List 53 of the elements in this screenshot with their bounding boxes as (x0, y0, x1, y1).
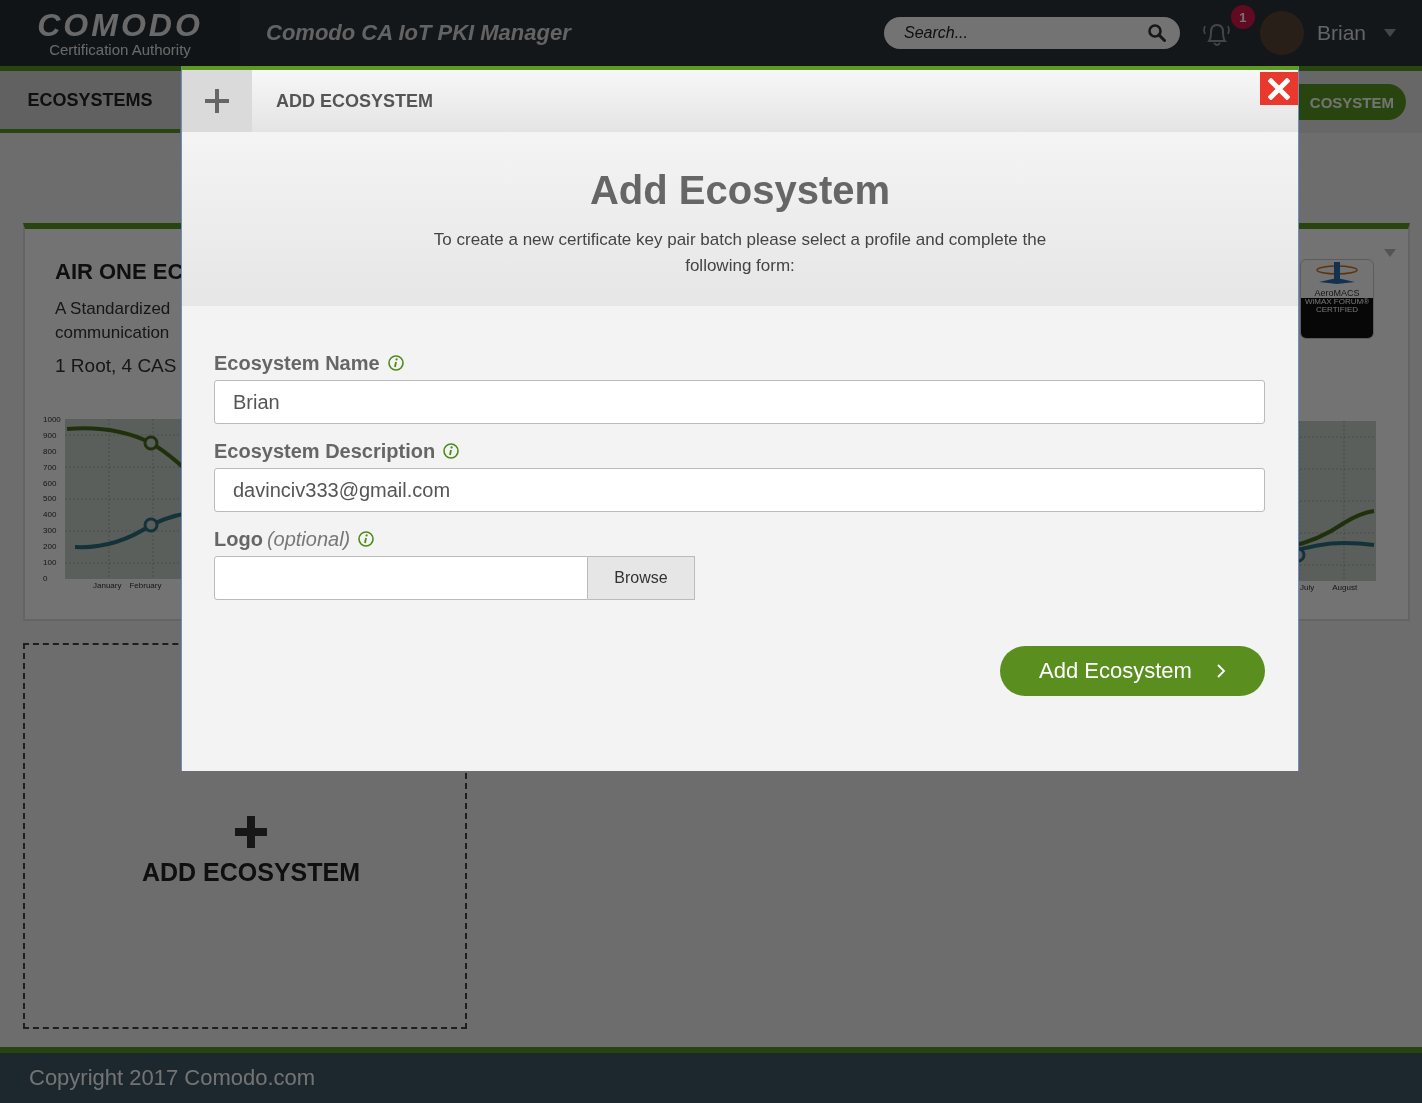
close-icon (1268, 77, 1290, 100)
field-note: (optional) (266, 527, 351, 551)
axis-tick-label: 600 (43, 478, 58, 488)
axis-label: January (93, 581, 122, 590)
modal-tab-title: ADD ECOSYSTEM (276, 90, 434, 112)
browse-button[interactable]: Browse (588, 556, 695, 600)
close-button[interactable] (1260, 72, 1298, 105)
search-field[interactable]: Search... (883, 17, 1180, 49)
search-input[interactable]: Search... (901, 23, 1148, 43)
copyright-text: Copyright 2017 Comodo.com (29, 1065, 316, 1091)
axis-tick-label: 0 (43, 573, 49, 583)
logo-title: COMODO (37, 8, 203, 41)
logo-text: AeroMACS (1314, 288, 1360, 298)
ecosystem-title: AIR ONE EC (55, 259, 184, 285)
add-ecosystem-submit-button[interactable]: Add Ecosystem (1000, 646, 1265, 696)
ecosystems-tab[interactable]: ECOSYSTEMS (0, 71, 180, 133)
field-label: Ecosystem Description (214, 439, 436, 463)
modal-title: Add Ecosystem (589, 168, 891, 213)
user-name[interactable]: Brian (1316, 21, 1366, 45)
info-icon[interactable] (443, 443, 460, 459)
logo-subtitle: Certification Authority (49, 40, 191, 58)
axis-tick-label: 900 (43, 430, 58, 440)
logo-caption: WiMAX FORUM® CERTIFIED (1301, 298, 1373, 338)
modal-subtitle: To create a new certificate key pair batch please select a profile and complete the following form: (432, 229, 1048, 277)
axis-label: February (129, 581, 162, 590)
axis-label: August (1332, 583, 1358, 592)
notification-badge: 1 (1230, 5, 1255, 29)
file-field[interactable] (214, 556, 588, 600)
plus-icon (205, 89, 229, 113)
plus-icon (235, 815, 267, 848)
axis-label: July (1300, 583, 1315, 592)
axis-tick-label: 400 (43, 510, 58, 520)
ecosystem-description: A Standardized communication (55, 298, 172, 344)
text-field[interactable]: Brian (214, 380, 1265, 424)
axis-tick-label: 300 (43, 526, 58, 536)
ecosystem-summary: 1 Root, 4 CAS (55, 355, 177, 377)
info-icon[interactable] (387, 355, 404, 371)
axis-tick-label: 700 (43, 462, 58, 472)
info-icon[interactable] (358, 531, 375, 547)
field-label: Logo (214, 527, 263, 551)
field-label: Ecosystem Name (214, 351, 380, 375)
axis-tick-label: 500 (43, 494, 58, 504)
axis-tick-label: 100 (43, 558, 58, 567)
text-field[interactable]: davinciv333@gmail.com (214, 468, 1265, 512)
caret-icon[interactable] (1384, 29, 1396, 37)
axis-tick-label: 1000 (43, 415, 62, 424)
search-icon (1147, 24, 1166, 42)
add-ecosystem-label: ADD ECOSYSTEM (141, 857, 361, 887)
chevron-right-icon (1215, 663, 1226, 679)
axis-tick-label: 200 (43, 542, 58, 552)
axis-tick-label: 800 (43, 446, 58, 456)
plus-tab[interactable] (182, 70, 252, 132)
app-title: Comodo CA IoT PKI Manager (266, 20, 573, 46)
